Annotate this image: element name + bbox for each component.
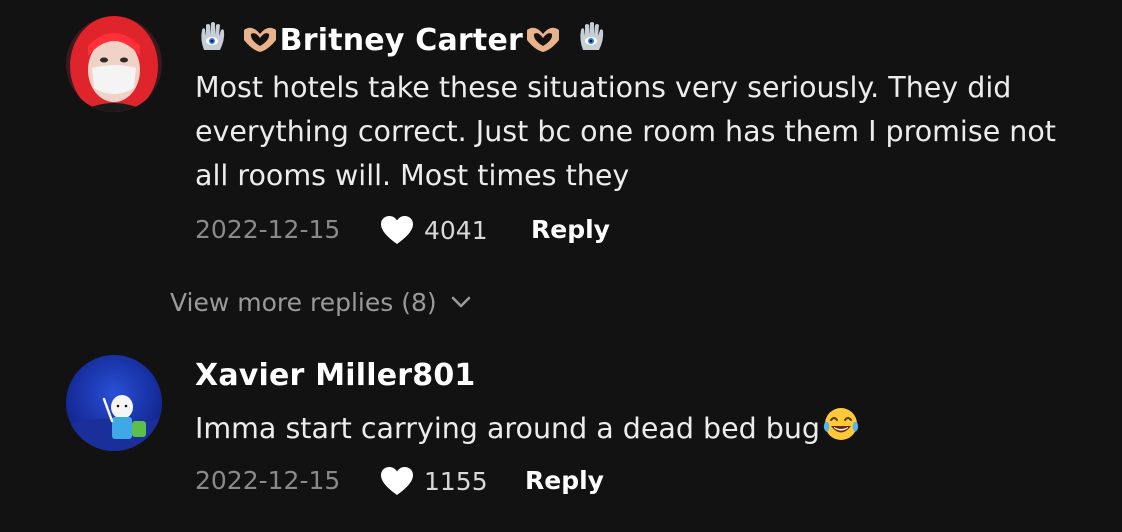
comment-text-content: Imma start carrying around a dead bed bu…	[195, 412, 821, 445]
like-button[interactable]: 1155	[380, 461, 488, 501]
like-count: 4041	[424, 215, 488, 245]
hamsa-icon	[574, 20, 608, 62]
heart-icon	[381, 467, 413, 495]
comment-text: Most hotels take these situations very s…	[195, 71, 1056, 192]
view-more-replies-label: View more replies (8)	[170, 287, 437, 317]
comment-username[interactable]: Britney Carter	[195, 20, 608, 62]
like-button[interactable]: 4041	[380, 210, 488, 250]
avatar[interactable]	[66, 355, 162, 451]
avatar[interactable]	[66, 16, 162, 112]
comment-date: 2022-12-15	[195, 466, 341, 495]
chevron-down-icon	[451, 296, 470, 308]
profile-photo-icon	[66, 16, 162, 112]
laughing-crying-emoji-icon	[822, 405, 860, 456]
comment-username[interactable]: Xavier Miller801	[195, 358, 475, 393]
cartoon-character-icon	[66, 355, 162, 451]
heart-hands-icon	[240, 22, 280, 62]
like-count: 1155	[424, 466, 488, 496]
username-text: Britney Carter	[279, 23, 523, 58]
reply-button[interactable]: Reply	[531, 210, 610, 250]
heart-hands-icon	[523, 22, 563, 62]
heart-icon	[381, 216, 413, 244]
comment-text: Imma start carrying around a dead bed bu…	[195, 405, 1095, 456]
view-more-replies-button[interactable]: View more replies (8)	[170, 283, 471, 321]
comment-date: 2022-12-15	[195, 215, 341, 244]
reply-button[interactable]: Reply	[525, 461, 604, 501]
hamsa-icon	[195, 20, 229, 62]
